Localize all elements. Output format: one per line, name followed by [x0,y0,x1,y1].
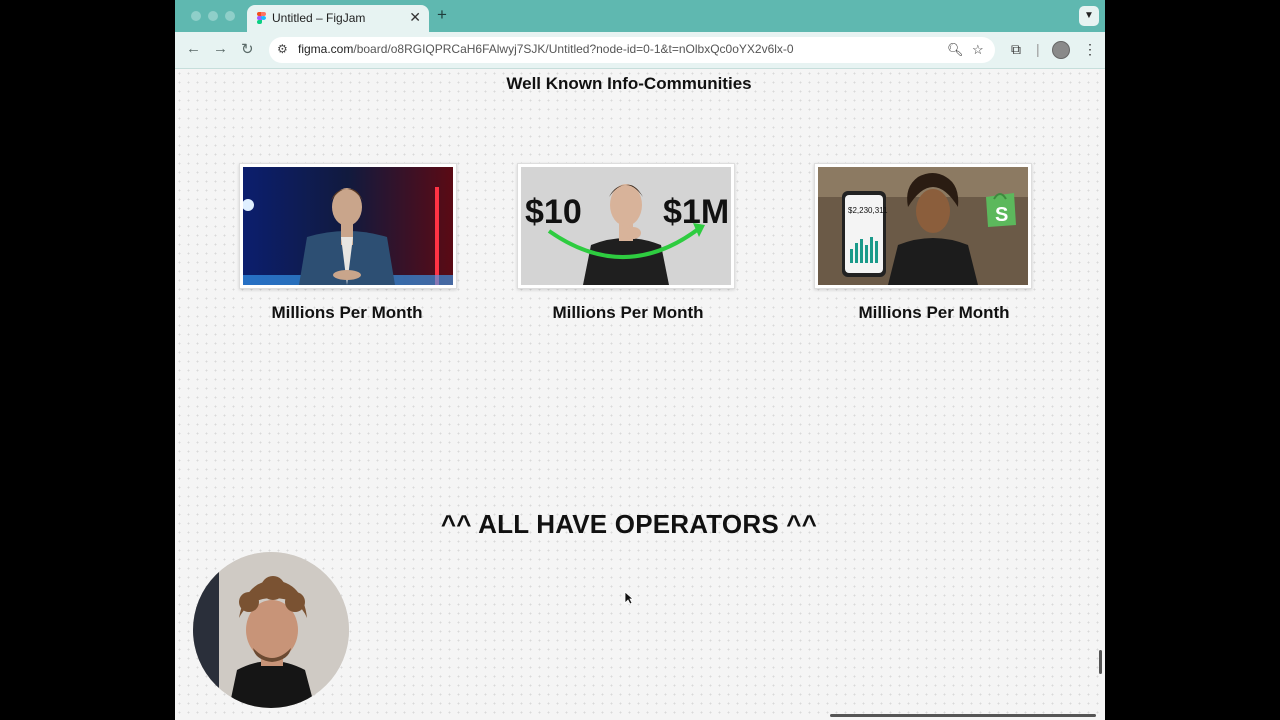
url-host: figma.com [298,42,354,56]
new-tab-icon[interactable]: + [437,5,447,25]
card-caption-3: Millions Per Month [858,303,1010,322]
thumbnail-image-2: $10 $1M [521,167,731,285]
maximize-window-button[interactable] [225,11,235,21]
more-menu-icon[interactable]: ⋮ [1083,41,1097,58]
chevron-down-icon[interactable]: ▼ [1079,6,1099,26]
thumbnail-card-2[interactable]: $10 $1M [517,163,735,289]
thumbnail-image-1 [243,167,453,285]
toolbar-divider: | [1036,41,1040,57]
extensions-icon[interactable]: ⧉ [1011,41,1021,58]
reload-icon[interactable]: ↻ [241,40,254,58]
card-caption-2: Millions Per Month [552,303,704,322]
close-icon[interactable]: ✕ [409,9,421,26]
mouse-cursor-icon [624,591,635,610]
svg-text:S: S [995,204,1008,226]
operators-heading: ^^ ALL HAVE OPERATORS ^^ [440,509,818,539]
address-bar[interactable]: ⚙ figma.com/board/o8RGIQPRCaH6FAlwyj7SJK… [269,37,995,63]
thumbnail-image-3: $2,230,311 S [818,167,1028,285]
figjam-canvas[interactable]: Well Known Info-Communities Millions Per… [175,69,1105,720]
browser-toolbar: ← → ↻ ⚙ figma.com/board/o8RGIQPRCaH6FAlw… [175,32,1105,69]
webcam-overlay [193,552,349,708]
bookmark-star-icon[interactable]: ☆ [972,42,984,58]
site-info-icon[interactable]: ⚙ [277,42,288,56]
figma-icon [257,12,266,25]
thumbnail-card-1[interactable] [239,163,457,289]
url-path: /board/o8RGIQPRCaH6FAlwyj7SJK/Untitled?n… [353,42,794,56]
zoom-icon[interactable]: 🔍︎ [947,42,964,58]
avatar[interactable] [1052,41,1070,59]
horizontal-scrollbar[interactable] [830,714,1096,717]
browser-window: Untitled – FigJam ✕ + ▼ ← → ↻ ⚙ figma.co… [175,0,1105,720]
card-caption-1: Millions Per Month [271,303,423,322]
close-window-button[interactable] [191,11,201,21]
forward-icon[interactable]: → [213,40,228,57]
tab-strip: Untitled – FigJam ✕ + ▼ [175,0,1105,32]
url-text[interactable]: figma.com/board/o8RGIQPRCaH6FAlwyj7SJK/U… [298,42,794,56]
tab-figjam[interactable]: Untitled – FigJam ✕ [247,5,429,32]
thumb-phone-amount: $2,230,311 [848,206,888,215]
thumb-right-text: $1M [663,193,729,231]
section-title: Well Known Info-Communities [506,74,752,93]
back-icon[interactable]: ← [186,40,201,57]
thumbnail-card-3[interactable]: $2,230,311 S [814,163,1032,289]
thumb-left-text: $10 [525,193,582,231]
vertical-scrollbar[interactable] [1099,650,1102,674]
tab-title: Untitled – FigJam [272,11,366,25]
minimize-window-button[interactable] [208,11,218,21]
